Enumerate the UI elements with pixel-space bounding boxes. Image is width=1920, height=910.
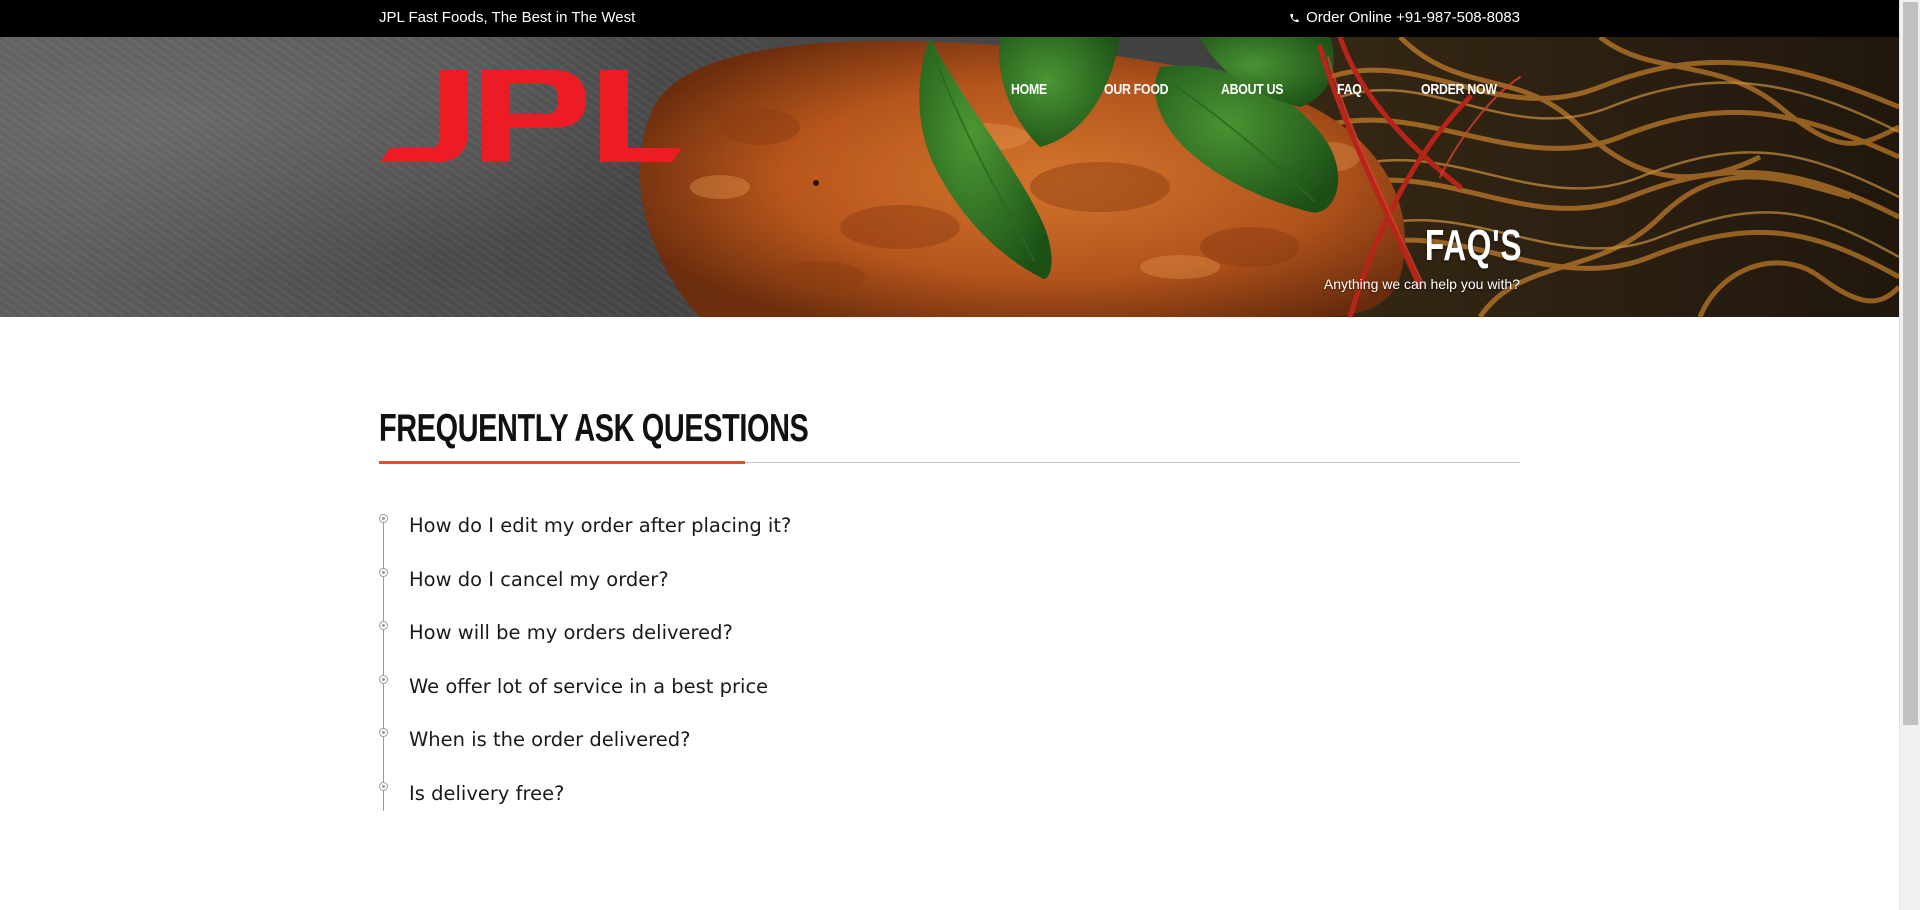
faq-question: How will be my orders delivered? [409,621,733,644]
faq-question: When is the order delivered? [409,728,691,751]
faq-item[interactable]: How do I edit my order after placing it? [379,514,1520,548]
faq-question: We offer lot of service in a best price [409,675,769,698]
faq-question: Is delivery free? [409,782,565,805]
faq-item[interactable]: How do I cancel my order? [379,568,1520,602]
scrollbar-thumb[interactable] [1903,2,1918,725]
hero-banner: HOME OUR FOOD ABOUT US FAQ ORDER NOW FAQ… [0,37,1899,317]
main-nav: HOME OUR FOOD ABOUT US FAQ ORDER NOW [0,81,1899,105]
faq-question: How do I cancel my order? [409,568,669,591]
nav-home[interactable]: HOME [1011,81,1047,98]
bullet-icon [379,568,388,577]
faq-heading: FREQUENTLY ASK QUESTIONS [379,407,809,450]
heading-accent-underline [379,461,745,464]
bullet-icon [379,728,388,737]
top-bar: JPL Fast Foods, The Best in The West Ord… [0,0,1899,37]
page-subtitle: Anything we can help you with? [1323,276,1520,292]
faq-item[interactable]: How will be my orders delivered? [379,621,1520,655]
order-online-link[interactable]: Order Online +91-987-508-8083 [1289,9,1520,26]
faq-item[interactable]: Is delivery free? [379,782,1520,816]
phone-icon [1289,12,1300,24]
nav-our-food[interactable]: OUR FOOD [1104,81,1169,98]
page: JPL Fast Foods, The Best in The West Ord… [0,0,1920,910]
bullet-icon [379,514,388,523]
nav-order-now[interactable]: ORDER NOW [1421,81,1497,98]
bullet-icon [379,621,388,630]
order-online-text: Order Online +91-987-508-8083 [1306,9,1520,26]
bullet-icon [379,675,388,684]
faq-item[interactable]: When is the order delivered? [379,728,1520,762]
nav-faq[interactable]: FAQ [1337,81,1362,98]
bullet-icon [379,782,388,791]
faq-timeline-line [383,517,384,811]
hero-overlay [0,37,1899,317]
tagline: JPL Fast Foods, The Best in The West [379,9,636,26]
vertical-scrollbar[interactable] [1899,0,1920,910]
faq-item[interactable]: We offer lot of service in a best price [379,675,1520,709]
nav-about-us[interactable]: ABOUT US [1221,81,1284,98]
faq-question: How do I edit my order after placing it? [409,514,792,537]
page-title: FAQ'S [1424,221,1522,270]
